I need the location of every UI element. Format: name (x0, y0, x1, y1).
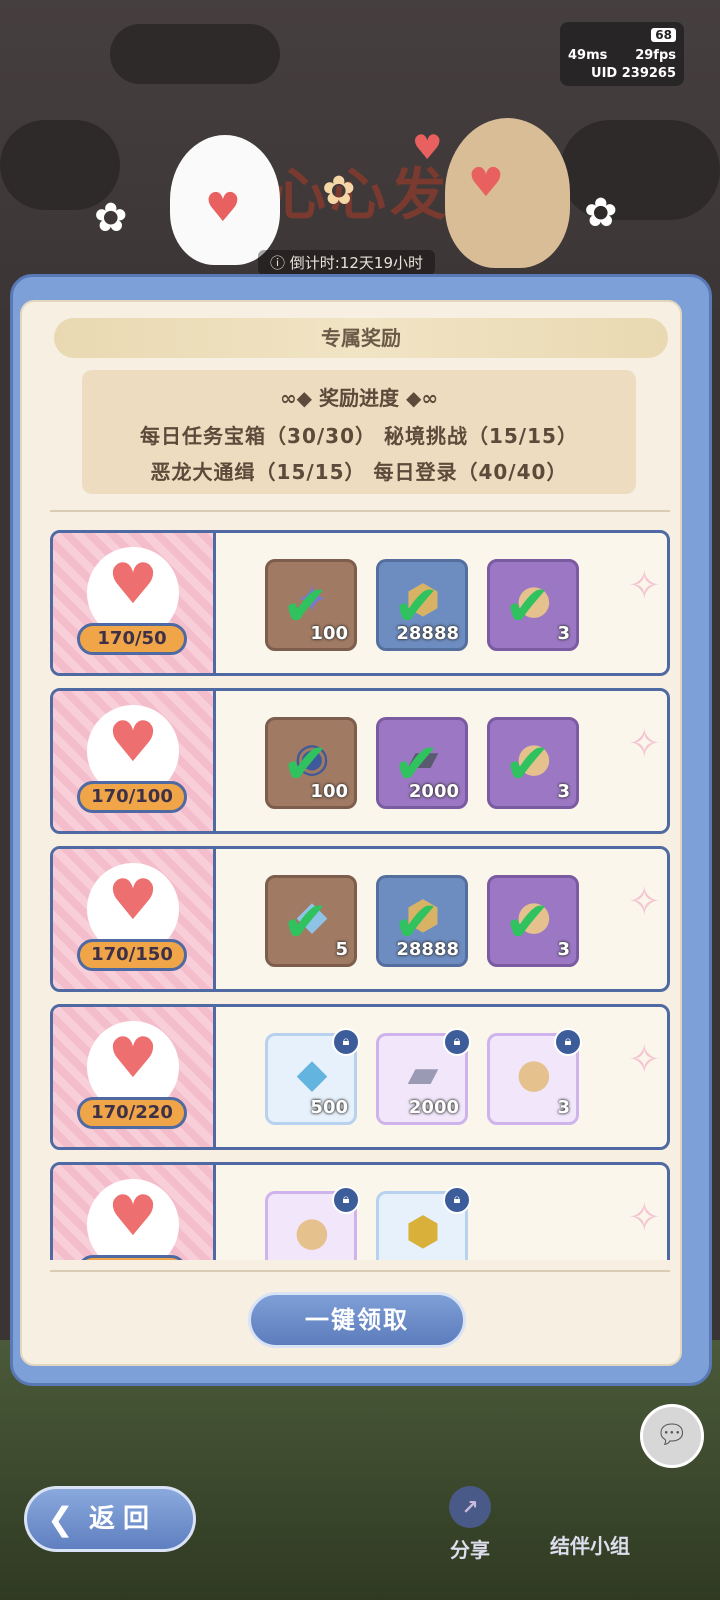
tier-badge: ♥ 170/100 (53, 691, 216, 831)
item-quantity: 5 (335, 939, 348, 960)
silver-ingot-icon: ▰ (407, 1051, 439, 1097)
progress-box: ∞◆ 奖励进度 ◆∞ 每日任务宝箱（30/30） 秘境挑战（15/15） 恶龙大… (82, 370, 636, 494)
divider (50, 1270, 670, 1272)
heart-icon: ♥ (107, 1026, 159, 1091)
reward-item[interactable]: ● 🔒︎ 3 (487, 1028, 582, 1125)
progress-line-1: 每日任务宝箱（30/30） 秘境挑战（15/15） (140, 424, 578, 448)
panel-title: 专属奖励 (54, 318, 668, 358)
tier-label: 170/50 (77, 623, 187, 655)
divider (50, 510, 670, 512)
reward-item[interactable]: ✦ ✔ 100 (265, 559, 357, 651)
ribbon-decoration: ✧ (627, 563, 661, 609)
tier-label: 170/150 (77, 939, 187, 971)
reward-item[interactable]: ● 🔒︎ (265, 1186, 360, 1260)
reward-item[interactable]: ● ✔ 3 (487, 559, 579, 651)
heart-icon: ♥ (107, 1184, 159, 1249)
puppy-token-icon: ● (294, 1209, 330, 1255)
item-quantity: 100 (310, 623, 348, 644)
reward-item[interactable]: ⬢ 🔒︎ (376, 1186, 471, 1260)
item-quantity: 3 (557, 623, 570, 644)
tier-label: 170/220 (77, 1097, 187, 1129)
claimed-check-icon: ✔ (504, 732, 551, 797)
back-button[interactable]: ❮ 返回 (24, 1486, 196, 1552)
lock-icon: 🔒︎ (332, 1186, 360, 1214)
ribbon-decoration: ✧ (627, 1195, 661, 1241)
reward-item[interactable]: ◆ ✔ 5 (265, 875, 357, 967)
reward-row: ♥ 170/50 ✦ ✔ 100 ⬢ ✔ 28888 ● ✔ 3 ✧ (50, 530, 670, 676)
back-arrow-icon: ❮ (47, 1500, 74, 1538)
claimed-check-icon: ✔ (282, 890, 329, 955)
item-quantity: 500 (310, 1097, 348, 1118)
claimed-check-icon: ✔ (504, 890, 551, 955)
flower-icon: ✿ (584, 190, 618, 236)
chat-bubble-icon: 💬︎ (655, 1420, 689, 1450)
progress-line-2: 恶龙大通缉（15/15） 每日登录（40/40） (150, 460, 568, 484)
claimed-check-icon: ✔ (504, 574, 551, 639)
reward-item[interactable]: ● ✔ 3 (487, 875, 579, 967)
chat-button[interactable]: 💬︎ (640, 1404, 704, 1468)
countdown-text: 倒计时:12天19小时 (289, 254, 424, 272)
heart-icon: ♥ (107, 552, 159, 617)
item-quantity: 2000 (408, 1097, 459, 1118)
reward-item[interactable]: ⬢ ✔ 28888 (376, 559, 468, 651)
back-button-label: 返回 (89, 1504, 158, 1534)
reward-row: ♥ 170/220 ◆ 🔒︎ 500 ▰ 🔒︎ 2000 ● 🔒︎ 3 ✧ (50, 1004, 670, 1150)
item-quantity: 3 (557, 1097, 570, 1118)
heart-icon: ♥ (107, 710, 159, 775)
ribbon-decoration: ✧ (627, 721, 661, 767)
reward-item[interactable]: ◆ 🔒︎ 500 (265, 1028, 360, 1125)
reward-list[interactable]: ♥ 170/50 ✦ ✔ 100 ⬢ ✔ 28888 ● ✔ 3 ✧ ♥ 170… (50, 530, 670, 1260)
status-overlay: 68 49ms 29fps UID 239265 (560, 22, 684, 86)
lock-icon: 🔒︎ (443, 1028, 471, 1056)
reward-item[interactable]: ⬢ ✔ 28888 (376, 875, 468, 967)
battery-indicator: 68 (651, 28, 676, 42)
flower-icon: ✿ (94, 195, 128, 241)
item-quantity: 28888 (396, 939, 459, 960)
share-label: 分享 (450, 1538, 490, 1562)
flower-icon: ✿ (322, 168, 356, 214)
tan-bear-mascot (445, 118, 570, 268)
heart-icon: ♥ (468, 160, 504, 206)
tier-badge: ♥ (53, 1165, 216, 1260)
reward-row: ♥ 170/150 ◆ ✔ 5 ⬢ ✔ 28888 ● ✔ 3 ✧ (50, 846, 670, 992)
item-quantity: 28888 (396, 623, 459, 644)
group-button[interactable]: 结伴小组 (550, 1530, 630, 1559)
item-quantity: 2000 (408, 781, 459, 802)
item-quantity: 3 (557, 781, 570, 802)
cloud-decoration (110, 24, 280, 84)
fps-readout: 29fps (635, 48, 676, 63)
reward-item[interactable]: ▰ 🔒︎ 2000 (376, 1028, 471, 1125)
claim-all-button[interactable]: 一键领取 (248, 1292, 466, 1348)
item-quantity: 100 (310, 781, 348, 802)
lock-icon: 🔒︎ (554, 1028, 582, 1056)
reward-item[interactable]: ◉ ✔ 100 (265, 717, 357, 809)
progress-title-text: 奖励进度 (319, 386, 399, 410)
progress-title: ∞◆ 奖励进度 ◆∞ (279, 386, 439, 410)
tier-label (77, 1255, 187, 1260)
lock-icon: 🔒︎ (332, 1028, 360, 1056)
ribbon-decoration: ✧ (627, 879, 661, 925)
lock-icon: 🔒︎ (443, 1186, 471, 1214)
uid-readout: UID 239265 (591, 66, 676, 81)
puppy-token-icon: ● (516, 1051, 552, 1097)
tier-badge: ♥ 170/220 (53, 1007, 216, 1147)
share-button[interactable]: ↗ 分享 (440, 1486, 500, 1563)
share-icon: ↗ (449, 1486, 491, 1528)
gold-coin-icon: ⬢ (405, 1209, 441, 1255)
item-quantity: 3 (557, 939, 570, 960)
ribbon-decoration: ✧ (627, 1037, 661, 1083)
reward-row: ♥ ● 🔒︎ ⬢ 🔒︎ ✧ (50, 1162, 670, 1260)
reward-row: ♥ 170/100 ◉ ✔ 100 ▰ ✔ 2000 ● ✔ 3 ✧ (50, 688, 670, 834)
reward-item[interactable]: ▰ ✔ 2000 (376, 717, 468, 809)
tier-label: 170/100 (77, 781, 187, 813)
ping-readout: 49ms (568, 48, 608, 63)
tier-badge: ♥ 170/50 (53, 533, 216, 673)
heart-icon: ♥ (412, 128, 443, 168)
reward-item[interactable]: ● ✔ 3 (487, 717, 579, 809)
countdown-timer: ⓘ 倒计时:12天19小时 (258, 250, 436, 275)
tier-badge: ♥ 170/150 (53, 849, 216, 989)
heart-icon: ♥ (205, 185, 241, 231)
blue-crystal-icon: ◆ (296, 1051, 328, 1097)
heart-icon: ♥ (107, 868, 159, 933)
